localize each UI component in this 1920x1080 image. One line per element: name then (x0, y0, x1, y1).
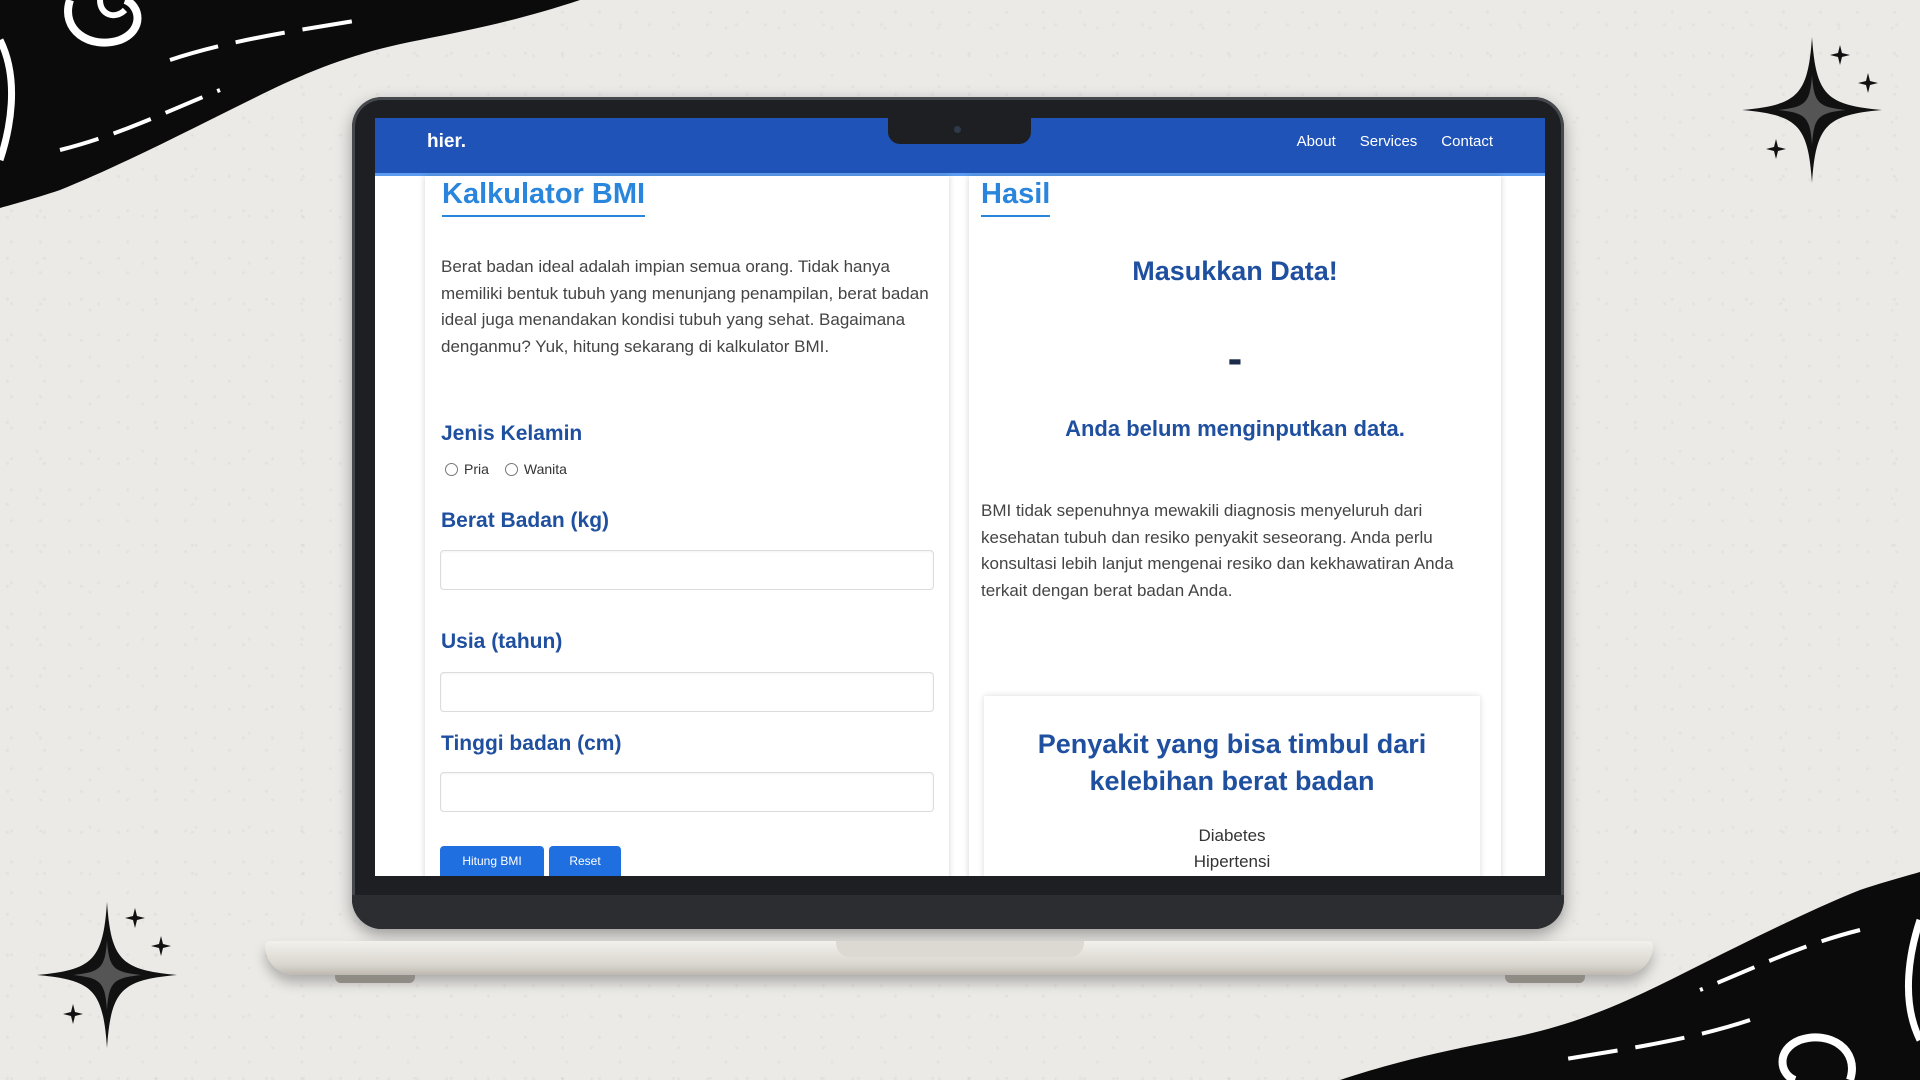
laptop-screen: hier. About Services Contact Kalkulator … (375, 118, 1545, 876)
sparkle-icon (1742, 37, 1882, 183)
camera-icon (954, 126, 961, 133)
result-disclaimer: BMI tidak sepenuhnya mewakili diagnosis … (981, 501, 1454, 600)
result-title: Hasil (981, 178, 1051, 217)
nav-links: About Services Contact (1297, 133, 1493, 150)
calculator-panel: Kalkulator BMI Berat badan ideal adalah … (425, 176, 949, 876)
calculator-description: Berat badan ideal adalah impian semua or… (441, 257, 929, 356)
sparkle-icon (37, 902, 177, 1048)
nav-link-contact[interactable]: Contact (1441, 133, 1493, 150)
radio-pria[interactable] (445, 462, 458, 476)
height-input[interactable] (440, 772, 934, 812)
result-heading: Masukkan Data! (1132, 256, 1338, 286)
weight-label: Berat Badan (kg) (441, 509, 610, 532)
brand-logo[interactable]: hier. (427, 131, 466, 153)
result-value: - (1227, 334, 1243, 383)
weight-input[interactable] (440, 550, 934, 590)
radio-wanita-label: Wanita (523, 461, 567, 477)
radio-pria-label: Pria (464, 461, 489, 477)
height-label: Tinggi badan (cm) (441, 732, 622, 755)
laptop-bezel (352, 895, 1564, 929)
laptop-foot (1505, 975, 1585, 983)
diseases-card: Penyakit yang bisa timbul dari kelebihan… (984, 696, 1480, 876)
nav-link-about[interactable]: About (1297, 133, 1336, 150)
laptop-foot (335, 975, 415, 983)
laptop-trackpad-notch (836, 941, 1084, 957)
calculator-title: Kalkulator BMI (442, 178, 646, 217)
radio-wanita[interactable] (504, 462, 518, 476)
camera-notch (888, 118, 1031, 144)
reset-button[interactable]: Reset (549, 846, 621, 876)
age-input[interactable] (440, 672, 934, 712)
age-label: Usia (tahun) (441, 630, 563, 653)
disease-item: Diabetes (1198, 826, 1266, 845)
diseases-title: Penyakit yang bisa timbul dari kelebihan… (1037, 729, 1427, 796)
nav-link-services[interactable]: Services (1360, 133, 1418, 150)
result-message: Anda belum menginputkan data. (1065, 416, 1405, 441)
calculate-bmi-button[interactable]: Hitung BMI (440, 846, 544, 876)
result-panel: Hasil Masukkan Data! - Anda belum mengin… (969, 176, 1501, 876)
gender-label: Jenis Kelamin (441, 422, 583, 445)
disease-item: Hipertensi (1193, 852, 1271, 871)
gender-radio-group: Pria Wanita (445, 461, 567, 477)
